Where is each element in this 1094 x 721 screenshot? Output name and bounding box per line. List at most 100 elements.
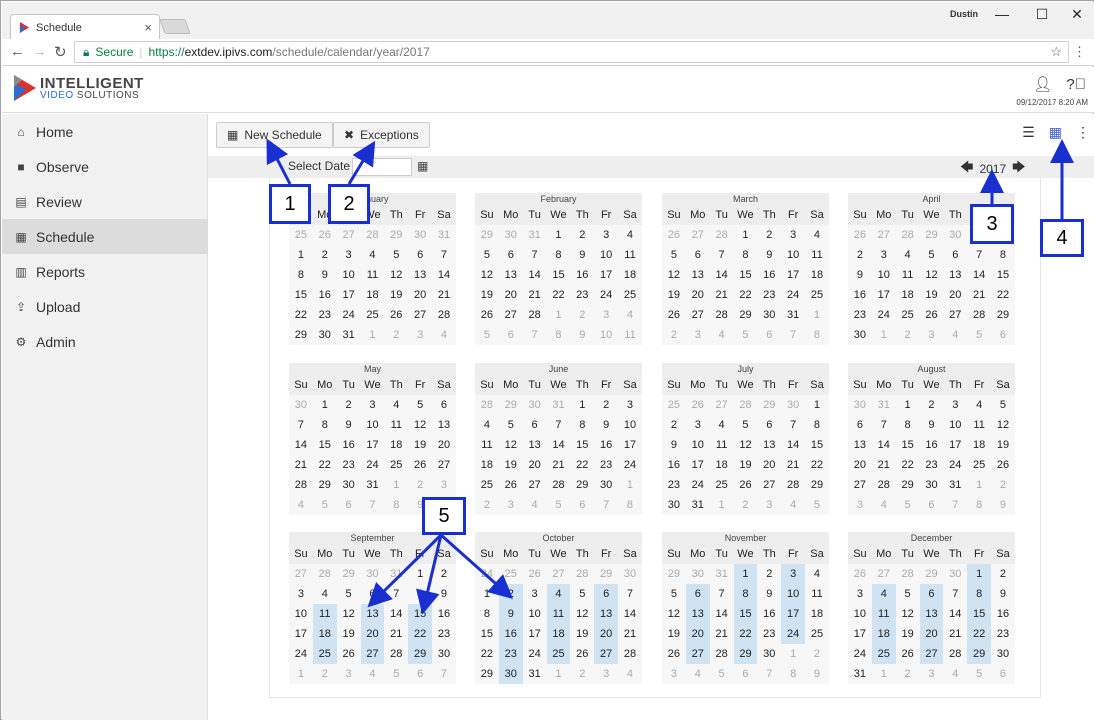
day-cell[interactable]: 15	[733, 604, 758, 624]
day-cell[interactable]: 3	[685, 415, 710, 435]
day-cell[interactable]: 23	[757, 624, 782, 644]
day-cell[interactable]: 26	[384, 305, 409, 325]
day-cell[interactable]: 25	[475, 475, 499, 495]
outside-day-cell[interactable]: 6	[498, 325, 523, 345]
day-cell[interactable]: 1	[733, 225, 758, 245]
outside-day-cell[interactable]: 30	[685, 564, 710, 584]
day-cell[interactable]: 4	[895, 245, 920, 265]
outside-day-cell[interactable]: 27	[871, 564, 896, 584]
day-cell[interactable]: 18	[618, 265, 642, 285]
day-cell[interactable]: 13	[498, 265, 523, 285]
day-cell[interactable]: 21	[522, 285, 547, 305]
day-cell[interactable]: 4	[871, 584, 896, 604]
day-cell[interactable]: 13	[685, 265, 710, 285]
day-cell[interactable]: 11	[709, 435, 734, 455]
back-icon[interactable]: ←	[10, 43, 25, 60]
outside-day-cell[interactable]: 3	[757, 495, 782, 515]
sidebar-item-review[interactable]: ▤ Review	[2, 184, 207, 219]
day-cell[interactable]: 16	[757, 265, 782, 285]
day-cell[interactable]: 2	[336, 395, 361, 415]
day-cell[interactable]: 1	[895, 395, 920, 415]
outside-day-cell[interactable]: 28	[570, 564, 595, 584]
day-cell[interactable]: 4	[805, 225, 829, 245]
outside-day-cell[interactable]: 5	[967, 664, 992, 684]
day-cell[interactable]: 11	[475, 435, 499, 455]
day-cell[interactable]: 21	[618, 624, 642, 644]
day-cell[interactable]: 19	[408, 435, 433, 455]
day-cell[interactable]: 11	[871, 604, 896, 624]
day-cell[interactable]: 15	[570, 435, 595, 455]
day-cell[interactable]: 7	[546, 415, 571, 435]
day-cell[interactable]: 4	[805, 564, 829, 584]
day-cell[interactable]: 7	[522, 245, 547, 265]
outside-day-cell[interactable]: 3	[594, 664, 619, 684]
outside-day-cell[interactable]: 7	[522, 325, 547, 345]
day-cell[interactable]: 9	[757, 584, 782, 604]
day-cell[interactable]: 8	[733, 584, 758, 604]
day-cell[interactable]: 19	[733, 455, 758, 475]
outside-day-cell[interactable]: 5	[733, 325, 758, 345]
day-cell[interactable]: 30	[432, 644, 456, 664]
outside-day-cell[interactable]: 3	[498, 495, 523, 515]
day-cell[interactable]: 28	[289, 475, 313, 495]
outside-day-cell[interactable]: 1	[384, 475, 409, 495]
month-title[interactable]: June	[475, 363, 642, 375]
month-title[interactable]: July	[662, 363, 829, 375]
day-cell[interactable]: 28	[709, 305, 734, 325]
day-cell[interactable]: 15	[895, 435, 920, 455]
outside-day-cell[interactable]: 1	[709, 495, 734, 515]
day-cell[interactable]: 17	[360, 435, 385, 455]
day-cell[interactable]: 19	[336, 624, 361, 644]
month-title[interactable]: February	[475, 193, 642, 205]
close-tab-icon[interactable]: ×	[144, 20, 152, 35]
outside-day-cell[interactable]: 30	[498, 225, 523, 245]
outside-day-cell[interactable]: 2	[570, 305, 595, 325]
day-cell[interactable]: 11	[312, 604, 337, 624]
day-cell[interactable]: 28	[967, 305, 992, 325]
outside-day-cell[interactable]: 5	[312, 495, 337, 515]
day-cell[interactable]: 10	[781, 584, 806, 604]
outside-day-cell[interactable]: 2	[312, 664, 337, 684]
day-cell[interactable]: 6	[943, 245, 968, 265]
month-title[interactable]: October	[475, 532, 642, 544]
day-cell[interactable]: 7	[709, 245, 734, 265]
brand-logo[interactable]: INTELLIGENT VIDEO SOLUTIONS	[12, 75, 144, 101]
question-circle-icon[interactable]: ?⃝	[1066, 76, 1086, 93]
day-cell[interactable]: 22	[967, 624, 992, 644]
day-cell[interactable]: 28	[709, 644, 734, 664]
outside-day-cell[interactable]: 3	[594, 305, 619, 325]
sidebar-item-admin[interactable]: ⚙ Admin	[2, 324, 207, 359]
day-cell[interactable]: 10	[781, 245, 806, 265]
day-cell[interactable]: 14	[709, 604, 734, 624]
day-cell[interactable]: 15	[289, 285, 313, 305]
day-cell[interactable]: 19	[570, 624, 595, 644]
day-cell[interactable]: 26	[919, 305, 944, 325]
day-cell[interactable]: 5	[570, 584, 595, 604]
day-cell[interactable]: 4	[475, 415, 499, 435]
sidebar-item-reports[interactable]: ▥ Reports	[2, 254, 207, 289]
outside-day-cell[interactable]: 1	[546, 664, 571, 684]
day-cell[interactable]: 26	[475, 305, 499, 325]
day-cell[interactable]: 2	[757, 564, 782, 584]
day-cell[interactable]: 12	[733, 435, 758, 455]
day-cell[interactable]: 13	[757, 435, 782, 455]
day-cell[interactable]: 29	[289, 325, 313, 345]
day-cell[interactable]: 22	[991, 285, 1015, 305]
day-cell[interactable]: 27	[685, 644, 710, 664]
day-cell[interactable]: 30	[336, 475, 361, 495]
day-cell[interactable]: 3	[289, 584, 313, 604]
outside-day-cell[interactable]: 8	[805, 325, 829, 345]
day-cell[interactable]: 25	[967, 455, 992, 475]
day-cell[interactable]: 18	[895, 285, 920, 305]
outside-day-cell[interactable]: 11	[618, 325, 642, 345]
day-cell[interactable]: 6	[498, 245, 523, 265]
day-cell[interactable]: 14	[384, 604, 409, 624]
day-cell[interactable]: 23	[757, 285, 782, 305]
day-cell[interactable]: 10	[522, 604, 547, 624]
day-cell[interactable]: 19	[498, 455, 523, 475]
day-cell[interactable]: 22	[805, 455, 829, 475]
day-cell[interactable]: 10	[943, 415, 968, 435]
day-cell[interactable]: 24	[848, 644, 872, 664]
day-cell[interactable]: 8	[475, 604, 499, 624]
day-cell[interactable]: 14	[967, 265, 992, 285]
